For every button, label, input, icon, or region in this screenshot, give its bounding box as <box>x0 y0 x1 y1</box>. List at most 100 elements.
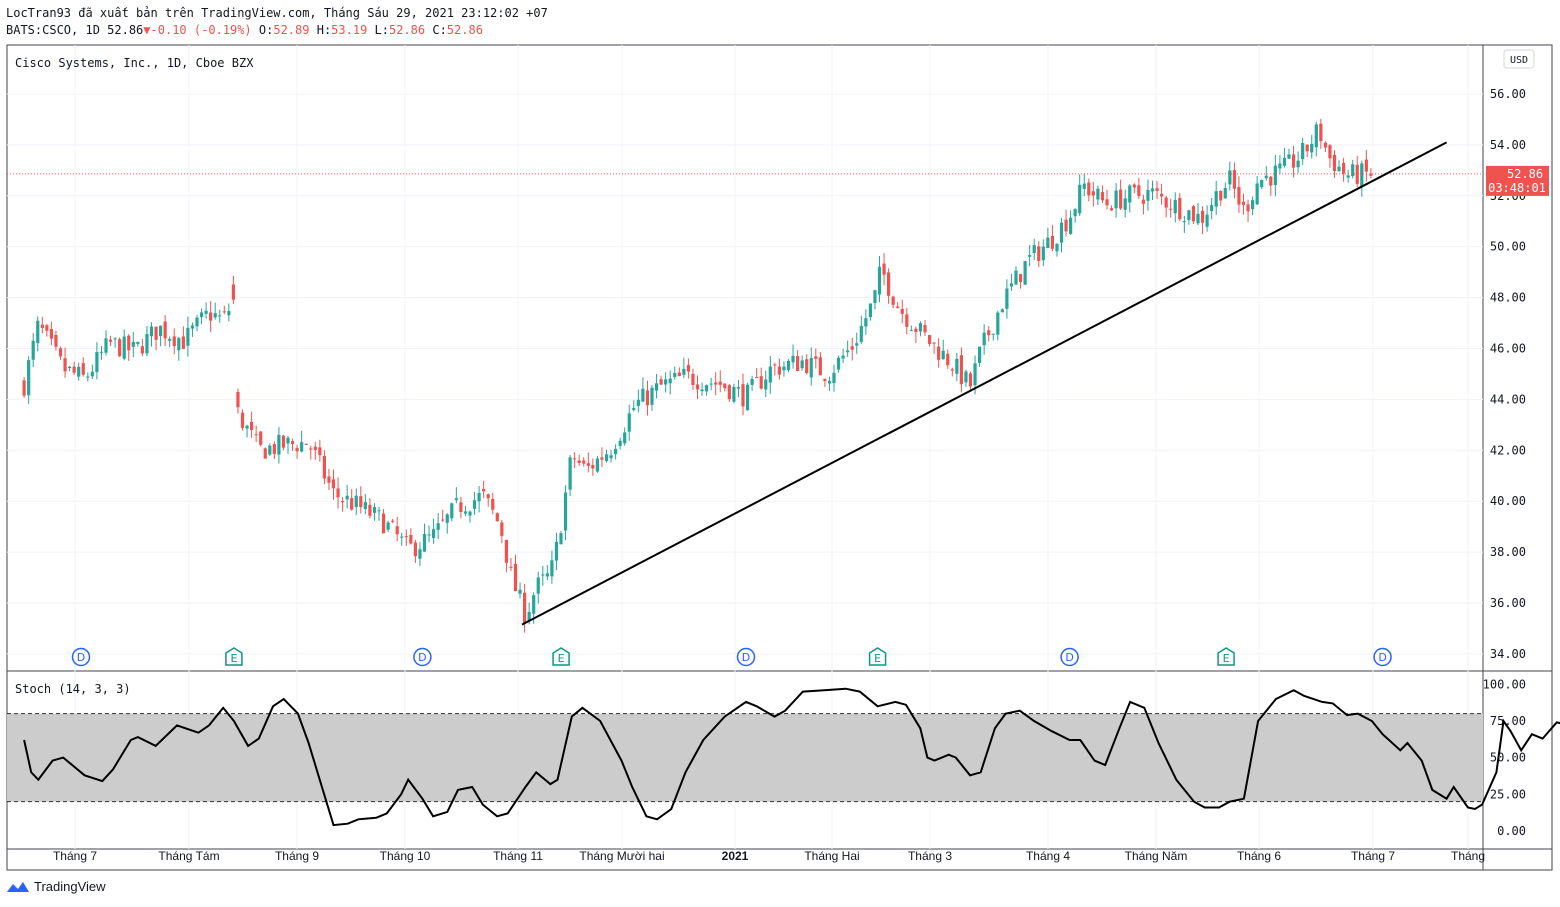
x-tick-label: Tháng 10 <box>380 849 431 863</box>
candle-body <box>909 330 913 332</box>
dividend-marker-label: D <box>1378 651 1386 664</box>
candle-body <box>941 350 945 360</box>
candle-body <box>1028 255 1032 257</box>
candle-body <box>1082 183 1086 189</box>
price-tick-label: 54.00 <box>1490 138 1526 152</box>
candle-body <box>859 325 863 342</box>
candle-body <box>1200 210 1205 223</box>
candle-body <box>190 325 195 329</box>
candle-body <box>1360 163 1364 187</box>
candle-body <box>1078 184 1082 214</box>
candle-body <box>768 366 772 383</box>
candle-body <box>122 336 126 359</box>
candle-body <box>973 363 977 386</box>
candle-body <box>937 346 941 360</box>
candle-body <box>108 339 113 342</box>
candle-body <box>1310 143 1314 153</box>
candle-body <box>1069 217 1073 234</box>
candle-body <box>422 534 427 552</box>
candle-body <box>1328 145 1332 159</box>
candle-body <box>923 325 927 333</box>
candle-body <box>209 312 213 321</box>
candle-body <box>554 541 559 561</box>
candle-body <box>1128 185 1132 203</box>
x-tick-label: Tháng 4 <box>1026 849 1070 863</box>
candle-body <box>1150 188 1155 192</box>
candle-body <box>322 455 327 479</box>
candle-body <box>99 351 104 353</box>
candle-body <box>177 338 181 351</box>
candle-body <box>450 503 454 519</box>
candle-body <box>836 357 841 370</box>
candle-body <box>154 326 158 340</box>
candle-body <box>809 357 813 378</box>
candle-body <box>1064 219 1068 232</box>
candle-body <box>668 378 672 384</box>
candle-body <box>582 460 586 464</box>
candle-body <box>368 504 372 516</box>
candle-body <box>49 329 54 339</box>
candle-body <box>1210 205 1214 212</box>
candle-body <box>277 434 281 455</box>
candle-body <box>559 533 563 545</box>
candle-body <box>231 284 236 300</box>
candle-body <box>263 448 267 459</box>
candle-body <box>213 313 217 318</box>
candle-body <box>918 323 923 332</box>
candle-body <box>573 458 577 460</box>
candle-body <box>614 448 618 455</box>
candle-body <box>987 330 991 336</box>
stoch-tick-label: 25.00 <box>1490 787 1526 801</box>
candle-body <box>1178 197 1182 220</box>
candle-body <box>1023 260 1027 285</box>
candle-body <box>864 318 868 327</box>
candle-body <box>472 500 477 509</box>
candle-body <box>1141 199 1146 204</box>
tradingview-footer[interactable]: TradingView <box>6 879 106 894</box>
candle-body <box>600 457 604 460</box>
candle-body <box>404 536 408 538</box>
candle-body <box>805 359 809 374</box>
candle-body <box>563 492 568 531</box>
candle-body <box>741 384 745 407</box>
candle-body <box>1346 175 1350 178</box>
candle-body <box>204 310 208 314</box>
candle-body <box>1146 189 1150 201</box>
candle-body <box>259 431 263 445</box>
candle-body <box>395 526 399 535</box>
candle-body <box>1014 270 1018 285</box>
candle-body <box>1237 187 1241 205</box>
chart-canvas[interactable]: Tháng 7 Tháng Tám Tháng 9 Tháng 10 Tháng 11 T… <box>0 0 1560 907</box>
candle-body <box>1228 170 1232 185</box>
candle-body <box>1005 288 1009 309</box>
candle-body <box>359 496 363 507</box>
candle-body <box>1287 154 1291 159</box>
candle-body <box>1032 245 1036 253</box>
candle-body <box>723 383 727 389</box>
candle-body <box>236 391 240 408</box>
dividend-marker-label: D <box>418 651 426 664</box>
candle-body <box>172 336 176 347</box>
candle-body <box>1264 175 1268 179</box>
candle-body <box>914 328 918 332</box>
candle-body <box>664 379 668 385</box>
candle-body <box>313 446 317 451</box>
candle-body <box>1123 198 1127 210</box>
candle-body <box>541 574 545 576</box>
candle-body <box>81 363 85 375</box>
candle-body <box>409 534 413 544</box>
candle-body <box>250 421 254 431</box>
candle-body <box>595 458 600 472</box>
candle-body <box>1105 199 1109 206</box>
candle-body <box>523 592 527 624</box>
price-tick-label: 36.00 <box>1490 596 1526 610</box>
candle-body <box>964 371 968 383</box>
candle-body <box>877 266 882 295</box>
candle-body <box>1091 191 1095 196</box>
candle-body <box>832 372 836 384</box>
candle-body <box>350 498 354 510</box>
candle-body <box>290 441 295 445</box>
candle-body <box>1219 190 1223 201</box>
candle-body <box>1196 213 1200 224</box>
candle-body <box>604 454 609 462</box>
